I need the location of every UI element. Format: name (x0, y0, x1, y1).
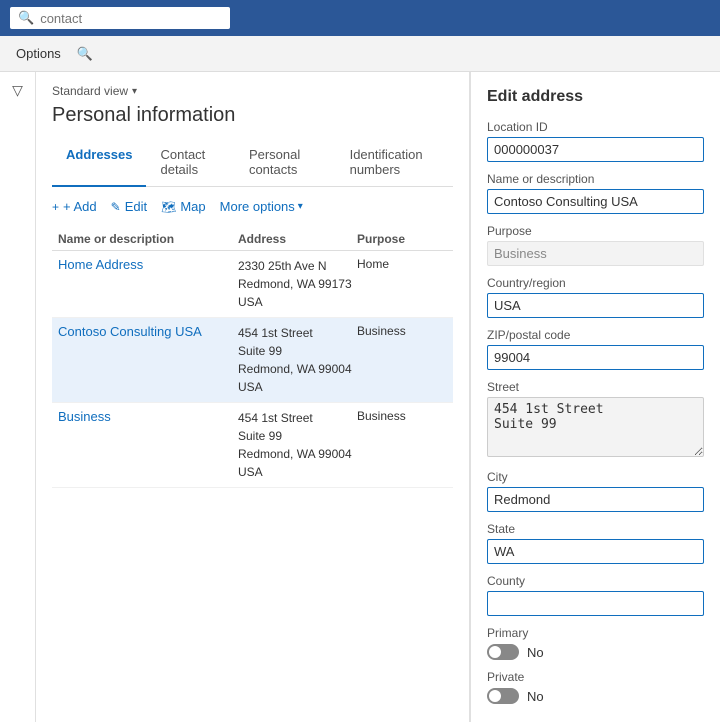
toggle-knob-private (489, 690, 501, 702)
row-purpose-business: Business (357, 409, 447, 423)
table-row[interactable]: Business 454 1st StreetSuite 99Redmond, … (52, 403, 453, 488)
purpose-label: Purpose (487, 224, 704, 238)
private-toggle-row: No (487, 688, 704, 704)
county-input[interactable] (487, 591, 704, 616)
tab-identification-numbers[interactable]: Identification numbers (336, 139, 453, 187)
side-nav: ▽ (0, 72, 36, 722)
toggle-knob (489, 646, 501, 658)
search-icon: 🔍 (18, 10, 34, 26)
country-input[interactable] (487, 293, 704, 318)
col-header-address: Address (238, 232, 357, 246)
country-label: Country/region (487, 276, 704, 290)
primary-label: Primary (487, 626, 704, 640)
row-name-contoso[interactable]: Contoso Consulting USA (58, 324, 238, 339)
search-input[interactable] (40, 11, 220, 26)
country-group: Country/region (487, 276, 704, 318)
zip-input[interactable] (487, 345, 704, 370)
location-id-group: Location ID (487, 120, 704, 162)
row-name-business[interactable]: Business (58, 409, 238, 424)
primary-toggle[interactable] (487, 644, 519, 660)
col-header-name: Name or description (58, 232, 238, 246)
county-group: County (487, 574, 704, 616)
edit-address-panel: Edit address Location ID Name or descrip… (470, 72, 720, 722)
private-label: Private (487, 670, 704, 684)
map-button[interactable]: 🗺 Map (161, 199, 206, 214)
city-group: City (487, 470, 704, 512)
standard-view-selector[interactable]: Standard view ▾ (52, 84, 453, 98)
state-input[interactable] (487, 539, 704, 564)
edit-button[interactable]: ✎ Edit (111, 199, 147, 214)
tab-contact-details[interactable]: Contact details (146, 139, 234, 187)
options-bar: Options 🔍 (0, 36, 720, 72)
standard-view-label: Standard view (52, 84, 128, 98)
col-header-purpose: Purpose (357, 232, 447, 246)
city-label: City (487, 470, 704, 484)
city-input[interactable] (487, 487, 704, 512)
name-input[interactable] (487, 189, 704, 214)
more-options-chevron-icon: ▾ (298, 201, 303, 212)
main-content: ▽ Standard view ▾ Personal information A… (0, 72, 720, 722)
page-title: Personal information (52, 104, 453, 127)
filter-icon[interactable]: ▽ (12, 82, 23, 99)
row-name-home[interactable]: Home Address (58, 257, 238, 272)
location-id-input[interactable] (487, 137, 704, 162)
street-group: Street 454 1st Street Suite 99 (487, 380, 704, 460)
edit-label: Edit (125, 199, 147, 214)
chevron-down-icon: ▾ (132, 86, 137, 97)
more-options-button[interactable]: Purpose More options ▾ (220, 199, 303, 214)
tab-personal-contacts[interactable]: Personal contacts (235, 139, 336, 187)
private-toggle-label: No (527, 689, 544, 704)
add-icon: + (52, 200, 59, 214)
state-group: State (487, 522, 704, 564)
tab-addresses[interactable]: Addresses (52, 139, 146, 187)
row-address-contoso: 454 1st StreetSuite 99Redmond, WA 99004U… (238, 324, 357, 396)
left-panel: ▽ Standard view ▾ Personal information A… (0, 72, 470, 722)
top-bar: 🔍 (0, 0, 720, 36)
purpose-input (487, 241, 704, 266)
map-icon: 🗺 (161, 200, 176, 214)
zip-group: ZIP/postal code (487, 328, 704, 370)
table-header: Name or description Address Purpose (52, 228, 453, 251)
name-label: Name or description (487, 172, 704, 186)
private-toggle[interactable] (487, 688, 519, 704)
panel-title: Edit address (487, 88, 704, 106)
primary-toggle-row: No (487, 644, 704, 660)
primary-toggle-label: No (527, 645, 544, 660)
purpose-group: Purpose (487, 224, 704, 266)
table-row[interactable]: Home Address 2330 25th Ave NRedmond, WA … (52, 251, 453, 318)
location-id-label: Location ID (487, 120, 704, 134)
street-label: Street (487, 380, 704, 394)
add-label: + Add (63, 199, 97, 214)
street-textarea[interactable]: 454 1st Street Suite 99 (487, 397, 704, 457)
more-options-text: More options (220, 199, 295, 214)
add-button[interactable]: + + Add (52, 199, 97, 214)
map-label: Map (180, 199, 205, 214)
row-purpose-contoso: Business (357, 324, 447, 338)
row-purpose-home: Home (357, 257, 447, 271)
address-toolbar: + + Add ✎ Edit 🗺 Map Purpose More option… (52, 199, 453, 214)
row-address-business: 454 1st StreetSuite 99Redmond, WA 99004U… (238, 409, 357, 481)
edit-icon: ✎ (111, 200, 121, 214)
tabs-bar: Addresses Contact details Personal conta… (52, 139, 453, 187)
options-label: Options (16, 46, 61, 61)
primary-group: Primary No (487, 626, 704, 660)
table-row[interactable]: Contoso Consulting USA 454 1st StreetSui… (52, 318, 453, 403)
search-box[interactable]: 🔍 (10, 7, 230, 29)
name-group: Name or description (487, 172, 704, 214)
row-address-home: 2330 25th Ave NRedmond, WA 99173USA (238, 257, 357, 311)
zip-label: ZIP/postal code (487, 328, 704, 342)
left-main: Standard view ▾ Personal information Add… (36, 72, 469, 722)
options-search-icon[interactable]: 🔍 (77, 46, 93, 62)
county-label: County (487, 574, 704, 588)
private-group: Private No (487, 670, 704, 704)
state-label: State (487, 522, 704, 536)
